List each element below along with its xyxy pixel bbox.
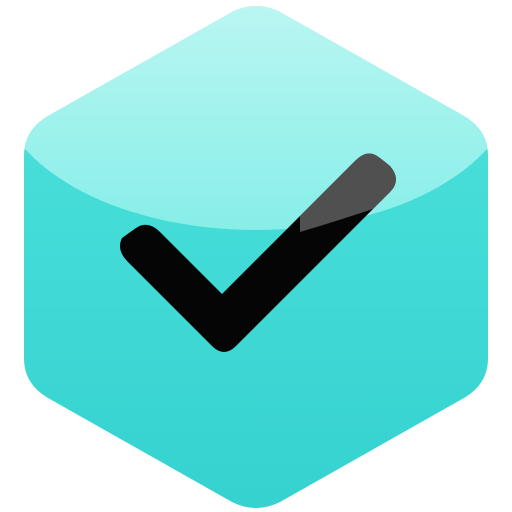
app-icon (0, 0, 512, 512)
checkmark-hexagon-icon (24, 6, 488, 508)
